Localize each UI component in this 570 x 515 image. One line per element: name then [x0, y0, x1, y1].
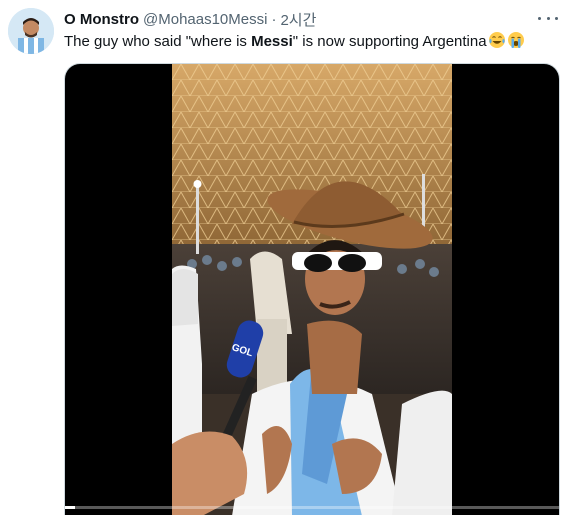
tweet-text-bold: Messi — [251, 33, 293, 50]
loudly-crying-face-emoji — [507, 32, 524, 48]
user-handle[interactable]: @Mohaas10Messi — [143, 11, 267, 28]
tweet-text-before: The guy who said "where is — [64, 33, 252, 50]
tweet[interactable]: O Monstro @Mohaas10Messi · 2시간 The guy w… — [0, 0, 570, 515]
tweet-text: The guy who said "where is Messi" is now… — [64, 31, 525, 52]
video-player[interactable]: GOL — [64, 63, 560, 515]
video-progress-bar[interactable] — [65, 506, 559, 509]
avatar[interactable] — [8, 8, 54, 54]
more-options-icon[interactable] — [538, 10, 558, 26]
video-frame[interactable]: GOL — [172, 64, 452, 515]
more-dot — [546, 16, 550, 20]
avatar-image — [8, 8, 54, 54]
more-dot — [538, 16, 541, 20]
tweet-text-after: " is now supporting Argentina — [292, 33, 487, 50]
separator-dot: · — [271, 10, 277, 28]
timestamp[interactable]: 2시간 — [280, 9, 316, 30]
tweet-header: O Monstro @Mohaas10Messi · 2시간 — [64, 9, 316, 29]
video-frame-image: GOL — [172, 64, 452, 515]
display-name[interactable]: O Monstro — [64, 11, 139, 28]
more-dot — [555, 16, 558, 20]
video-progress-fill — [65, 506, 75, 509]
face-with-tears-of-joy-emoji — [488, 32, 505, 48]
